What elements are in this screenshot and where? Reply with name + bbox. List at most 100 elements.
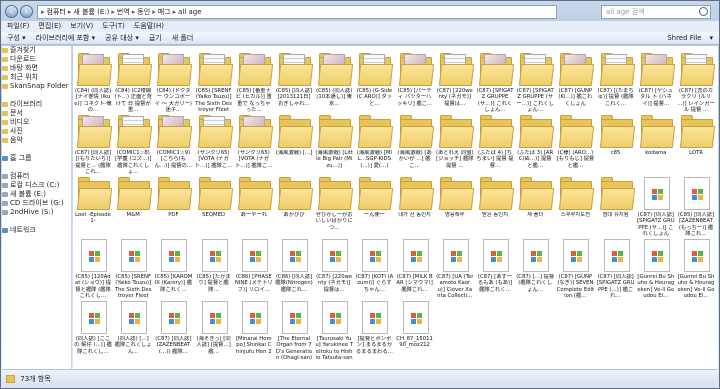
nav-item[interactable]: CD 드라이브 (G:) [2, 199, 71, 208]
file-item[interactable]: (C87) [あずーるもあ (もあ)] 艦隊これく… [476, 236, 514, 296]
folder-item[interactable]: (COMIC1☆9) [こちら(もん…)] 提督の… [154, 112, 193, 172]
nav-item[interactable]: 네트워크 [2, 226, 71, 235]
folder-item[interactable]: LOTR [677, 112, 716, 172]
folder-item[interactable]: (サンクリ65) [VOTA (ナガト…)] 艦隊こ… [235, 112, 273, 172]
folder-item[interactable]: あかびび [275, 174, 314, 234]
folder-item[interactable]: (海風激戦) […] [275, 112, 314, 172]
file-item[interactable]: [Minarai Hompo] Shinkai Chinjufu Hen 2 [235, 298, 273, 358]
nav-item[interactable]: 새 볼륨 (E:) [2, 190, 71, 199]
breadcrumb-item[interactable]: 번역 [117, 7, 130, 17]
folder-item[interactable]: M&M [114, 174, 153, 234]
folder-item[interactable]: SEQMED [195, 174, 233, 234]
nav-item[interactable]: 바탕 화면 [2, 64, 71, 73]
nav-item[interactable]: 최근 위치 [2, 73, 71, 82]
breadcrumb-item[interactable]: 새 볼륨 (E:) [73, 7, 109, 17]
file-item[interactable]: (C85) [たかまり] 提督と艦隊… [195, 236, 233, 296]
file-item[interactable]: (C87) [同人誌] [SPIGATZ GRUPPE (サ…)] これくしょん [637, 174, 675, 237]
folder-item[interactable]: (C87) [恋のカラクリ (ルリ …)] レインガール 提督 … [677, 50, 716, 113]
forward-button[interactable]: › [20, 5, 33, 18]
file-item[interactable]: [Gunrei Bu Shuho & Hourageken] Vo-ll Gou… [637, 236, 675, 299]
folder-item[interactable]: (C85) [SRENF (Yaikó Tsuzu)] The Sixth De… [195, 50, 233, 113]
folder-item[interactable]: (C85) (同人誌) (10本通し)] 東京… [315, 50, 354, 110]
file-item[interactable]: (C85) [120Adat (ショウ)] 提督と艦隊 (艦隊これくし… [74, 236, 112, 299]
folder-item[interactable]: 새 폴더 [516, 174, 555, 234]
file-item[interactable]: (海そきっ) [同人誌] [提督…] 艦… [195, 298, 233, 358]
file-item[interactable]: [提督とボンボン] まるまるかるまるまわる… [355, 298, 393, 358]
folder-item[interactable]: 스쿠루지도전 [556, 174, 595, 234]
command-button[interactable]: 굽기 [149, 33, 162, 43]
file-item[interactable]: [Gunrei Bu Shuho & Hourageken] Vo-ll Gou… [677, 236, 715, 299]
breadcrumb-separator-icon[interactable]: ▸ [152, 8, 156, 16]
file-item[interactable]: (C86) [PHASE NINE (メテトリフ)] リロイ… [235, 236, 273, 296]
nav-item[interactable]: 2ndHive (S:) [2, 208, 71, 217]
nav-item[interactable]: 컴퓨터 [2, 172, 71, 181]
breadcrumb-item[interactable]: all age [178, 8, 201, 16]
nav-item[interactable]: 다운로드 [2, 55, 71, 64]
folder-item[interactable]: (C85) [パーティ バツターハ ッキリ] 艦こ… [396, 50, 434, 110]
nav-item[interactable]: 홈 그룹 [2, 154, 71, 163]
nav-item[interactable]: 문서 [2, 109, 71, 118]
folder-item[interactable]: (ふたば 3) [ARC(ぬ…)] 提督と艦… [516, 112, 555, 172]
file-item[interactable]: (C87) [UA (Teramoto Kaoru)] Clover Xanta… [436, 236, 474, 299]
nav-item[interactable]: 비디오 [2, 118, 71, 127]
folder-item[interactable]: (C84) (ドクター ウンコボーイ 〜 大ガリー) 迷子… [154, 50, 193, 113]
folder-item[interactable]: kodama [637, 112, 675, 172]
command-button[interactable]: 새 폴더 [172, 33, 194, 43]
nav-item[interactable]: 사진 [2, 127, 71, 136]
file-item[interactable]: (C87) [同人誌] [SPIGATZ GRUPPE (…)] 艦これ… [597, 236, 635, 299]
menu-item[interactable]: 편집(E) [38, 21, 61, 32]
folder-item[interactable]: (あとれえ 同盟) [ジョッチ] 艦隊 提督 … [436, 112, 474, 172]
file-item[interactable]: (同人誌) [ここの 帳仔 (…)] 艦隊これくし… [74, 298, 112, 358]
address-bar[interactable]: ▸ 컴퓨터 ▸ 새 볼륨 (E:) ▸ 번역 ▸ 동인 ▸ 매그 ▸ all age [37, 5, 557, 19]
folder-item[interactable]: (C85) (G-Side (C ARO)] ダッと… [355, 50, 394, 110]
folder-item[interactable]: (C87) [(たまちゅ)] 提督 (艦隊これく… [597, 50, 635, 110]
file-item[interactable]: (同人誌) […] 艦隊これくしょん… [114, 298, 152, 358]
folder-item[interactable]: 내가 산 동인지 [396, 174, 434, 234]
view-options-button[interactable]: ▾ [709, 34, 713, 42]
folder-item[interactable]: (海風激戦) [あかいが …] 艦こ… [396, 112, 434, 172]
folder-item[interactable]: (ふたば 4) [ちちまい] 提督 提督… [476, 112, 515, 172]
folder-item[interactable]: (C87) [同人誌] [(もりたいち)] 提督と… (艦隊これ… [74, 112, 113, 175]
folder-item[interactable]: Loot -Episode1- [74, 174, 113, 234]
search-icon[interactable] [699, 7, 708, 16]
file-item[interactable]: CH_87_1501190_moz212 [396, 298, 434, 358]
folder-item[interactable]: ぜひかしーがおいしいばかりにつ… [315, 174, 354, 234]
folder-item[interactable]: (海風激戦) [Little Big Pair (Mizu…)] [315, 112, 354, 172]
breadcrumb-item[interactable]: 동인 [137, 7, 150, 17]
file-item[interactable]: (C87) [同人誌] (ZAZENBEAT (…)) 艦隊… [154, 298, 192, 358]
nav-item[interactable]: SkanSnap Folder [2, 82, 71, 91]
nav-item[interactable]: 음악 [2, 136, 71, 145]
breadcrumb-item[interactable]: 매그 [158, 7, 171, 17]
folder-item[interactable]: (C85) [同人誌] [2013121日] おぎしゃれ… [275, 50, 314, 110]
command-button[interactable]: 라이브러리에 포함 ▾ [36, 33, 95, 43]
folder-item[interactable]: (C87) [SPIGATZ GRUPPE (サー…)] これくしょん… [516, 50, 555, 113]
folder-item[interactable]: 점대 유지됨 [597, 174, 635, 234]
menu-item[interactable]: 파일(F) [7, 21, 29, 32]
folder-item[interactable]: (C87) [SPIGATZ GRUPPE (サ…)] これくしょん… [476, 50, 515, 113]
file-item[interactable]: (C87) [GUNP (なぎ)] SEVEN Complete Edition… [556, 236, 594, 299]
file-item[interactable]: (C87) [KOTI (Azumi)] ぐらすちゃん… [355, 236, 393, 296]
nav-item[interactable]: 즐겨찾기 [2, 46, 71, 55]
folder-item[interactable]: PDF [154, 174, 193, 234]
command-button[interactable]: 구성 ▾ [7, 33, 26, 43]
file-item[interactable]: (C86) [同人誌] 艦隊(Nitrogen) 艦隊これ… [275, 236, 313, 296]
nav-item[interactable]: 로컬 디스크 (C:) [2, 181, 71, 190]
menu-item[interactable]: 보기(V) [70, 21, 93, 32]
folder-item[interactable]: (サンクリ65) [VOTA (ナガト…)] 艦隊こ… [195, 112, 233, 172]
file-item[interactable]: (C85) [SRENF (Yaikó Tsuzu)] The Sixth De… [114, 236, 152, 299]
menu-item[interactable]: 도움말(H) [134, 21, 164, 32]
breadcrumb-separator-icon[interactable]: ▸ [68, 8, 72, 16]
breadcrumb-separator-icon[interactable]: ▸ [41, 8, 45, 16]
shred-file-button[interactable]: Shred File [667, 34, 701, 42]
folder-item[interactable]: (C87) [GUNP (Ki…)] 艦これくしょん [556, 50, 595, 110]
breadcrumb-separator-icon[interactable]: ▸ [173, 8, 177, 16]
folder-item[interactable]: (C84) (同人誌) [ナイ巻情 (Ikue)] コネクト-俺の… [74, 50, 113, 113]
file-item[interactable]: (C87) […] 提督 (艦隊これくしょん… [516, 236, 554, 296]
folder-item[interactable]: あーやーれ [235, 174, 273, 234]
folder-item[interactable]: (C87) [ゲシュタル ト (ハネイ)] 提督… [637, 50, 675, 110]
file-item[interactable]: [The Eternal Organ from 7D's Generation … [275, 298, 313, 361]
folder-item[interactable]: c85 [597, 112, 635, 172]
file-item[interactable]: (C85) [同人誌] [ZAZENBEAT (もっちー)] 艦隊これ… [677, 174, 715, 237]
file-item[interactable]: (C85) [KAROMIX (Karory)] 艦隊これく… [154, 236, 192, 296]
folder-item[interactable]: (C85) [番重ナビ (ヒカル)] 重重で なっちゃった… [235, 50, 273, 113]
